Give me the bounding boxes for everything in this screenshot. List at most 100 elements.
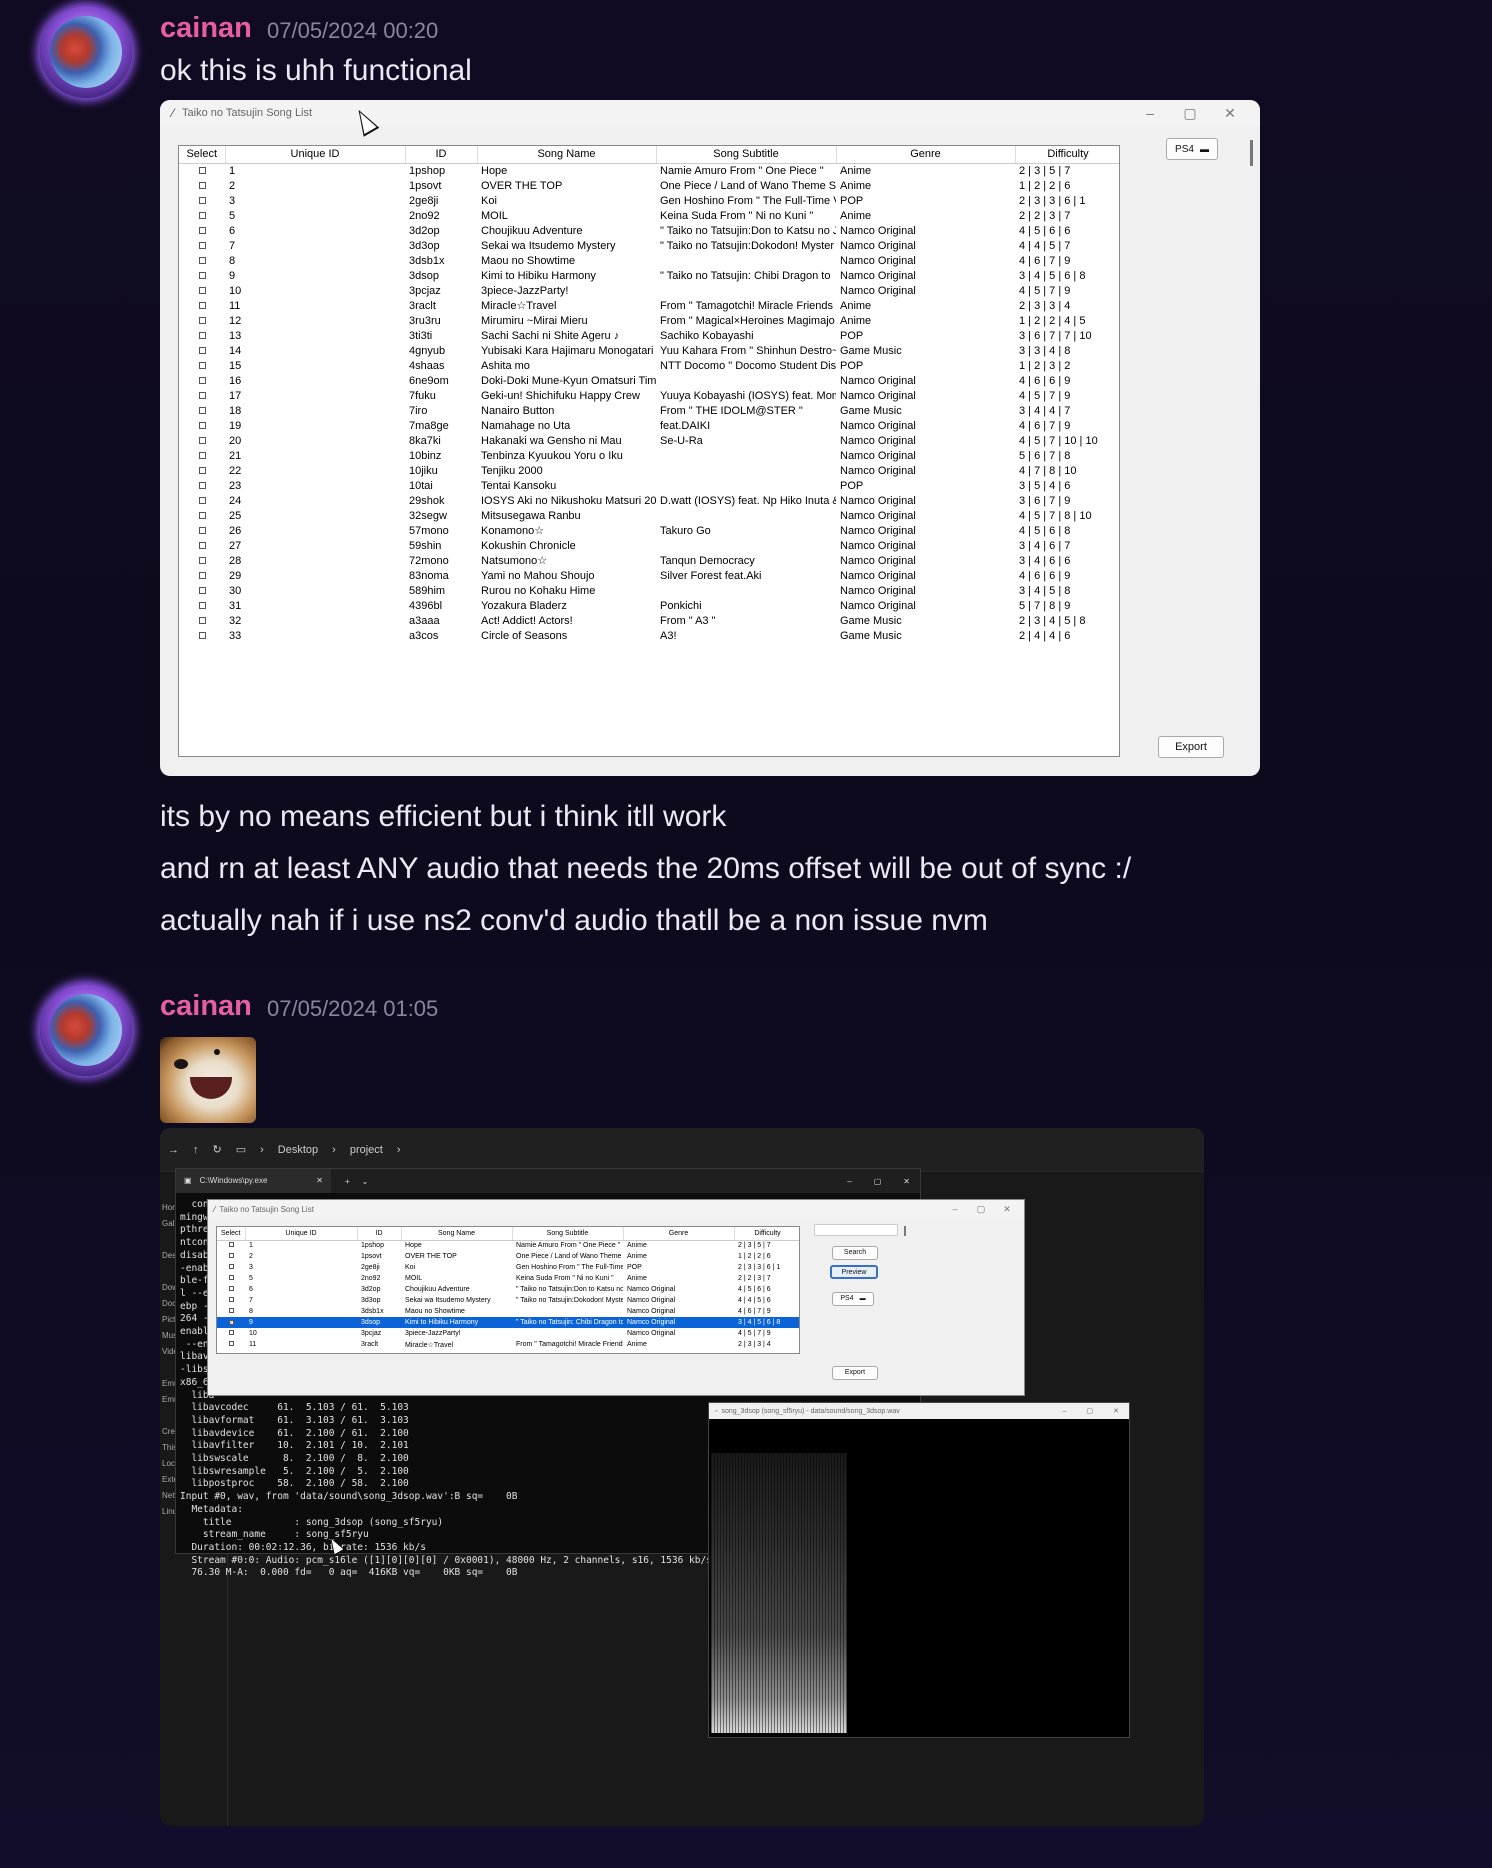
column-header[interactable]: Unique ID [245, 1227, 358, 1241]
user-avatar[interactable] [40, 6, 132, 98]
username[interactable]: cainan [160, 990, 252, 1023]
table-row[interactable]: 7 3d3op Sekai wa Itsudemo Mystery " Taiko n… [179, 238, 1119, 253]
up-icon[interactable]: ↑ [193, 1144, 199, 1156]
table-row[interactable]: 22 10jiku Tenjiku 2000 Namco Original 4 | 7 … [179, 463, 1119, 478]
export-button[interactable]: Export [832, 1366, 878, 1380]
select-checkbox-cell[interactable] [179, 598, 225, 613]
select-checkbox[interactable] [198, 181, 206, 189]
select-checkbox[interactable] [198, 571, 206, 579]
audio-visualizer-window[interactable]: ▫ song_3dsop (song_sf5ryu) - data/sound/… [708, 1402, 1130, 1738]
username[interactable]: cainan [160, 12, 252, 45]
table-row[interactable]: 5 2no92 MOIL Keina Suda From " Ni no Kuni "… [217, 1273, 799, 1284]
table-row[interactable]: 31 4396bl Yozakura Bladerz Ponkichi Namco Or… [179, 598, 1119, 613]
select-checkbox-cell[interactable] [179, 523, 225, 538]
preview-button[interactable]: Preview [830, 1265, 878, 1279]
select-checkbox[interactable] [228, 1264, 234, 1269]
select-checkbox-cell[interactable] [179, 388, 225, 403]
select-checkbox[interactable] [198, 511, 206, 519]
table-row[interactable]: 8 3dsb1x Maou no Showtime Namco Original 4 |… [179, 253, 1119, 268]
select-checkbox[interactable] [228, 1308, 234, 1313]
table-row[interactable]: 26 57mono Konamono☆ Takuro Go Namco Original… [179, 523, 1119, 538]
table-row[interactable]: 32 a3aaa Act! Addict! Actors! From " A3 " Ga… [179, 613, 1119, 628]
select-checkbox-cell[interactable] [217, 1339, 245, 1350]
table-row[interactable]: 6 3d2op Choujikuu Adventure " Taiko no Tats… [217, 1284, 799, 1295]
select-checkbox[interactable] [228, 1242, 234, 1248]
select-checkbox-cell[interactable] [179, 313, 225, 328]
table-row[interactable]: 1 1pshop Hope Namie Amuro From " One Piece … [217, 1240, 799, 1251]
column-header[interactable]: Select [179, 146, 226, 164]
select-checkbox[interactable] [198, 436, 206, 444]
select-checkbox[interactable] [198, 616, 206, 624]
table-row[interactable]: 9 3dsop Kimi to Hibiku Harmony " Taiko no T… [179, 268, 1119, 283]
select-checkbox-cell[interactable] [179, 253, 225, 268]
song-list-screenshot[interactable]: ⁄ Taiko no Tatsujin Song List – ▢ ✕ Sele… [160, 100, 1260, 776]
table-row[interactable]: 28 72mono Natsumono☆ Tanqun Democracy Namco … [179, 553, 1119, 568]
maximize-icon[interactable]: ▢ [968, 1200, 994, 1218]
select-checkbox-cell[interactable] [179, 298, 225, 313]
select-checkbox[interactable] [228, 1330, 234, 1335]
table-row[interactable]: 3 2ge8ji Koi Gen Hoshino From " The Full-Ti… [179, 193, 1119, 208]
table-row[interactable]: 14 4gnyub Yubisaki Kara Hajimaru Monogatar… [179, 343, 1119, 358]
table-row[interactable]: 17 7fuku Geki-un! Shichifuku Happy Crew Yuu… [179, 388, 1119, 403]
select-checkbox-cell[interactable] [179, 433, 225, 448]
column-header[interactable]: Song Subtitle [656, 146, 837, 164]
close-icon[interactable]: ✕ [1210, 100, 1250, 126]
table-row[interactable]: 16 6ne9om Doki-Doki Mune-Kyun Omatsuri Tim… [179, 373, 1119, 388]
select-checkbox-cell[interactable] [217, 1284, 245, 1295]
table-row[interactable]: 25 32segw Mitsusegawa Ranbu Namco Original 4… [179, 508, 1119, 523]
column-header[interactable]: Difficulty [1015, 146, 1119, 164]
select-checkbox[interactable] [198, 586, 206, 594]
column-header[interactable]: Select [217, 1227, 246, 1241]
select-checkbox-cell[interactable] [179, 343, 225, 358]
chevron-down-icon[interactable]: ⌄ [362, 1177, 369, 1186]
minimize-icon[interactable]: – [942, 1200, 968, 1218]
column-header[interactable]: Song Name [477, 146, 657, 164]
select-checkbox-cell[interactable] [179, 493, 225, 508]
select-checkbox-cell[interactable] [179, 403, 225, 418]
column-header[interactable]: ID [405, 146, 478, 164]
table-row[interactable]: 2 1psovt OVER THE TOP One Piece / Land of W… [217, 1251, 799, 1262]
select-checkbox[interactable] [198, 256, 206, 264]
table-row[interactable]: 3 2ge8ji Koi Gen Hoshino From " The Full-Ti… [217, 1262, 799, 1273]
table-row[interactable]: 29 83noma Yami no Mahou Shoujo Silver Fores… [179, 568, 1119, 583]
refresh-icon[interactable]: ↻ [213, 1143, 222, 1156]
table-row[interactable]: 11 3raclt Miracle☆Travel From " Tamagotchi!… [179, 298, 1119, 313]
select-checkbox-cell[interactable] [179, 268, 225, 283]
table-row[interactable]: 18 7iro Nanairo Button From " THE IDOLM@STE… [179, 403, 1119, 418]
select-checkbox[interactable] [198, 331, 206, 339]
select-checkbox[interactable] [198, 241, 206, 249]
select-checkbox-cell[interactable] [217, 1240, 245, 1251]
song-list-window[interactable]: ⁄ Taiko no Tatsujin Song List – ▢ ✕ Sele… [207, 1199, 1025, 1396]
select-checkbox-cell[interactable] [179, 613, 225, 628]
table-row[interactable]: 5 2no92 MOIL Keina Suda From " Ni no Kuni "… [179, 208, 1119, 223]
select-checkbox-cell[interactable] [179, 373, 225, 388]
select-checkbox[interactable] [228, 1297, 234, 1302]
select-checkbox[interactable] [198, 346, 206, 354]
user-avatar[interactable] [40, 984, 132, 1076]
song-table[interactable]: Select Unique ID ID Song Name Song Subtitle G… [178, 145, 1120, 757]
platform-dropdown[interactable]: PS4 ▬ [832, 1292, 874, 1306]
maximize-icon[interactable]: ▢ [1170, 100, 1210, 126]
select-checkbox-cell[interactable] [179, 193, 225, 208]
close-icon[interactable]: ✕ [1113, 1407, 1119, 1415]
breadcrumb-project[interactable]: project [350, 1144, 383, 1156]
table-row[interactable]: 19 7ma8ge Namahage no Uta feat.DAIKI Namco O… [179, 418, 1119, 433]
song-table[interactable]: Select Unique ID ID Song Name Song Subtitle G… [216, 1226, 800, 1354]
select-checkbox-cell[interactable] [179, 568, 225, 583]
select-checkbox[interactable]: ✓ [228, 1320, 234, 1325]
select-checkbox-cell[interactable] [179, 448, 225, 463]
close-icon[interactable]: ✕ [903, 1177, 910, 1186]
select-checkbox[interactable] [228, 1286, 234, 1291]
table-row[interactable]: 33 a3cos Circle of Seasons A3! Game Music 2 |… [179, 628, 1119, 643]
select-checkbox[interactable] [198, 481, 206, 489]
select-checkbox[interactable] [198, 166, 206, 174]
table-row[interactable]: 23 10tai Tentai Kansoku POP 3 | 5 | 4 | 6 [179, 478, 1119, 493]
select-checkbox[interactable] [198, 601, 206, 609]
select-checkbox-cell[interactable] [179, 463, 225, 478]
select-checkbox[interactable] [198, 451, 206, 459]
column-header[interactable]: Song Subtitle [512, 1227, 624, 1241]
column-header[interactable]: Unique ID [225, 146, 406, 164]
search-input[interactable] [814, 1224, 898, 1236]
select-checkbox-cell[interactable] [179, 628, 225, 643]
forward-icon[interactable]: → [168, 1144, 179, 1156]
